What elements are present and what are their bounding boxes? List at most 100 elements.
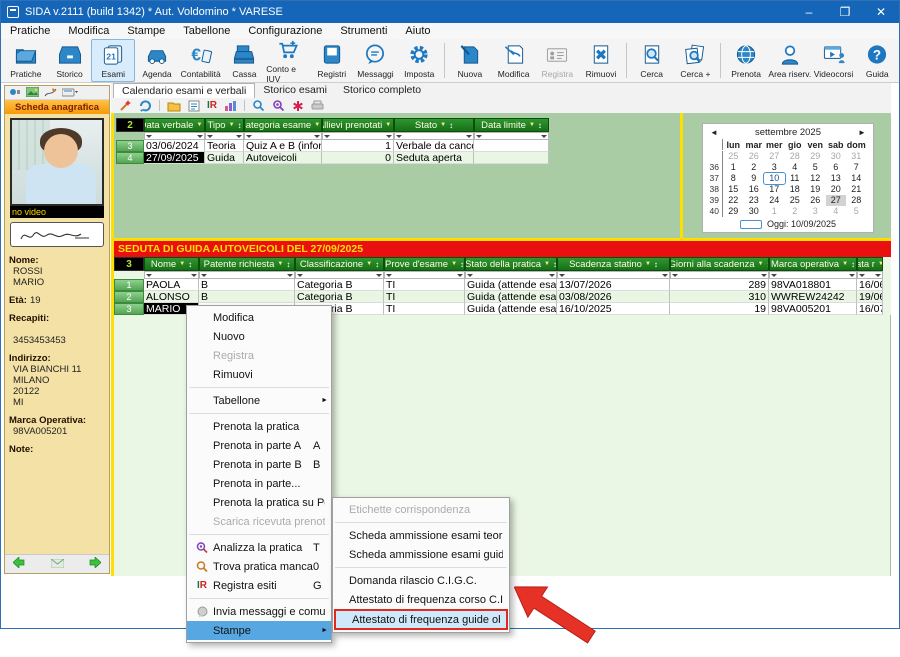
calendar-day[interactable]: 29: [723, 206, 744, 217]
table-cell[interactable]: TI: [384, 291, 465, 303]
toolbar-registri-button[interactable]: Registri: [310, 39, 354, 82]
calendar-day[interactable]: 9: [744, 173, 765, 184]
splitter[interactable]: [680, 113, 683, 238]
calendar-day[interactable]: 26: [744, 151, 765, 162]
table-cell[interactable]: 13/07/2026: [557, 279, 670, 291]
toolbar-nuova-button[interactable]: Nuova: [448, 39, 492, 82]
calendar-day[interactable]: 24: [764, 195, 785, 206]
calendar-day[interactable]: 21: [846, 184, 867, 195]
signature-pen-icon[interactable]: [44, 84, 57, 102]
toolbar-messaggi-button[interactable]: Messaggi: [354, 39, 398, 82]
tab-storico-completo[interactable]: Storico completo: [335, 83, 429, 98]
column-header-giorni-alla-scadenza[interactable]: Giorni alla scadenza▼↕: [670, 257, 769, 271]
table-cell[interactable]: 310: [670, 291, 769, 303]
minimize-button[interactable]: –: [791, 1, 827, 23]
table-cell[interactable]: PAOLA: [144, 279, 199, 291]
column-header-data-verbale[interactable]: Data verbale▼↕: [144, 118, 205, 132]
filter-cell[interactable]: [857, 271, 883, 279]
filter-cell[interactable]: [474, 132, 549, 140]
toolbar-modifica-button[interactable]: Modifica: [492, 39, 536, 82]
table-cell[interactable]: 98VA005201: [769, 303, 857, 315]
filter-cell[interactable]: [394, 132, 474, 140]
table-cell[interactable]: 27/09/2025: [144, 152, 205, 164]
table-cell[interactable]: WWREW24242: [769, 291, 857, 303]
maximize-button[interactable]: ❐: [827, 1, 863, 23]
table-cell[interactable]: Guida (attende esame): [465, 279, 557, 291]
calendar-day[interactable]: 28: [785, 151, 806, 162]
filter-cell[interactable]: [244, 132, 322, 140]
menu-item-attestato-di-frequenza-corso-c-i-g-c[interactable]: Attestato di frequenza corso C.I.G.C: [333, 590, 509, 609]
table-cell[interactable]: 16/10/2025: [557, 303, 670, 315]
calendar-day[interactable]: 11: [785, 173, 806, 184]
column-header-stato-della-pratica[interactable]: Stato della pratica▼↕: [465, 257, 557, 271]
table-cell[interactable]: 16/07: [857, 303, 883, 315]
table-cell[interactable]: 0: [322, 152, 394, 164]
column-header-marca-operativa[interactable]: Marca operativa▼↕: [769, 257, 857, 271]
menu-stampe[interactable]: Stampe: [118, 24, 174, 38]
table-cell[interactable]: 19/06: [857, 291, 883, 303]
calendar-day[interactable]: 17: [764, 184, 785, 195]
menu-item-modifica[interactable]: Modifica: [187, 308, 331, 327]
menu-item-nuovo[interactable]: Nuovo: [187, 327, 331, 346]
toolbar-contabilita-button[interactable]: € Contabilità: [179, 39, 223, 82]
photo-icon[interactable]: [26, 84, 39, 102]
table-cell[interactable]: 98VA018801: [769, 279, 857, 291]
calendar-day[interactable]: 1: [723, 162, 744, 173]
calendar-day[interactable]: 12: [805, 173, 826, 184]
calendar-day[interactable]: 30: [744, 206, 765, 217]
calendar-day[interactable]: 2: [785, 206, 806, 217]
scanner-icon[interactable]: [62, 84, 78, 102]
table-cell[interactable]: ALONSO: [144, 291, 199, 303]
calendar-day[interactable]: 19: [805, 184, 826, 195]
row-number-cell[interactable]: 3: [116, 140, 144, 152]
menu-item-domanda-rilascio-c-i-g-c[interactable]: Domanda rilascio C.I.G.C.: [333, 571, 509, 590]
table-cell[interactable]: Guida: [205, 152, 244, 164]
table-cell[interactable]: Verbale da cancellare: [394, 140, 474, 152]
menu-aiuto[interactable]: Aiuto: [396, 24, 439, 38]
magic-wand-icon[interactable]: [119, 99, 132, 112]
search-advanced-icon[interactable]: [272, 99, 285, 112]
table-cell[interactable]: Teoria: [205, 140, 244, 152]
calendar-day[interactable]: 6: [826, 162, 847, 173]
menu-item-registra-esiti[interactable]: IRRegistra esitiG: [187, 576, 331, 595]
table-cell[interactable]: Quiz A e B (inform.): [244, 140, 322, 152]
toolbar-guida-button[interactable]: ? Guida: [855, 39, 899, 82]
send-mail-icon[interactable]: [51, 555, 64, 573]
filter-cell[interactable]: [295, 271, 384, 279]
table-cell[interactable]: Seduta aperta: [394, 152, 474, 164]
table-cell[interactable]: 03/08/2026: [557, 291, 670, 303]
menu-configurazione[interactable]: Configurazione: [239, 24, 331, 38]
table-cell[interactable]: 289: [670, 279, 769, 291]
column-header-patente-richiesta[interactable]: Patente richiesta▼↕: [199, 257, 295, 271]
filter-cell[interactable]: [384, 271, 465, 279]
calendar-prev-button[interactable]: ◄: [706, 128, 722, 137]
calendar-day[interactable]: 2: [744, 162, 765, 173]
table-cell[interactable]: 1: [322, 140, 394, 152]
ir-results-icon[interactable]: IR: [207, 99, 217, 112]
table-cell[interactable]: [474, 140, 549, 152]
calendar-day[interactable]: 15: [723, 184, 744, 195]
column-header-prove-d-esame[interactable]: Prove d'esame▼↕: [384, 257, 465, 271]
toolbar-storico-button[interactable]: Storico: [48, 39, 92, 82]
table-cell[interactable]: B: [199, 279, 295, 291]
menu-item-prenota-la-pratica-su-portale[interactable]: Prenota la pratica su Portale: [187, 493, 331, 512]
today-label[interactable]: Oggi: 10/09/2025: [767, 219, 836, 229]
chart-icon[interactable]: [224, 99, 237, 112]
calendar-day[interactable]: 10: [764, 173, 785, 184]
search-icon[interactable]: [252, 99, 265, 112]
menu-item-rimuovi[interactable]: Rimuovi: [187, 365, 331, 384]
calendar-day[interactable]: 30: [826, 151, 847, 162]
toolbar-conto-iuv-button[interactable]: Conto e IUV: [266, 39, 310, 82]
list-icon[interactable]: [188, 99, 200, 112]
toolbar-area-riservata-button[interactable]: Area riserv.: [768, 39, 812, 82]
toolbar-prenota-button[interactable]: Prenota: [724, 39, 768, 82]
column-header-tipo[interactable]: Tipo▼↕: [205, 118, 244, 132]
menu-item-scheda-ammissione-esami-teorici[interactable]: Scheda ammissione esami teorici: [333, 526, 509, 545]
calendar-day[interactable]: 23: [744, 195, 765, 206]
row-number-cell[interactable]: 3: [114, 303, 144, 315]
calendar-day[interactable]: 26: [805, 195, 826, 206]
table-cell[interactable]: B: [199, 291, 295, 303]
menu-item-prenota-in-parte-b[interactable]: Prenota in parte BB: [187, 455, 331, 474]
table-cell[interactable]: Categoria B: [295, 279, 384, 291]
previous-record-button[interactable]: [13, 555, 25, 573]
